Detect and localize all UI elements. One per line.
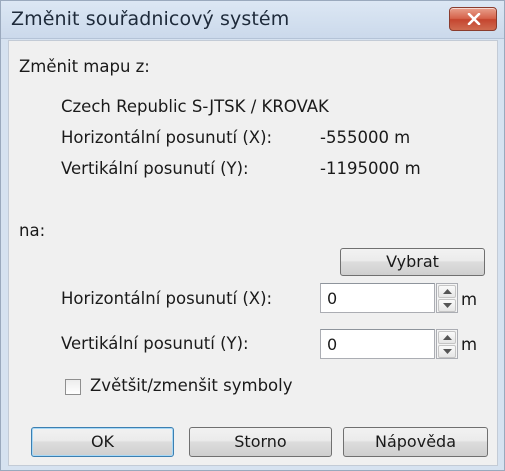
- source-horizontal-label: Horizontální posunutí (X):: [61, 128, 273, 147]
- source-horizontal-value: -555000 m: [320, 128, 411, 147]
- window-title: Změnit souřadnicový systém: [11, 8, 290, 30]
- vertical-spin-up-button[interactable]: [438, 331, 456, 344]
- from-heading: Změnit mapu z:: [19, 57, 150, 76]
- vertical-unit: m: [461, 335, 478, 354]
- arrow-up-icon: [443, 289, 452, 294]
- to-heading: na:: [19, 221, 46, 240]
- ok-button[interactable]: OK: [31, 427, 174, 457]
- source-map-name: Czech Republic S-JTSK / KROVAK: [61, 97, 329, 116]
- vertical-offset-spinner[interactable]: [436, 329, 458, 359]
- close-icon: [467, 13, 481, 25]
- select-button[interactable]: Vybrat: [340, 248, 485, 276]
- scale-symbols-label[interactable]: Zvětšit/zmenšit symboly: [90, 376, 293, 395]
- horizontal-offset-spinner[interactable]: [436, 283, 458, 313]
- source-vertical-value: -1195000 m: [320, 159, 421, 178]
- horizontal-unit: m: [461, 290, 478, 309]
- source-vertical-label: Vertikální posunutí (Y):: [61, 159, 249, 178]
- scale-symbols-checkbox[interactable]: [65, 379, 81, 395]
- close-button[interactable]: [449, 7, 497, 31]
- cancel-button[interactable]: Storno: [189, 427, 332, 457]
- change-coordinate-system-dialog: Změnit souřadnicový systém Změnit mapu z…: [0, 0, 505, 471]
- target-vertical-label: Vertikální posunutí (Y):: [61, 334, 249, 353]
- arrow-down-icon: [443, 303, 452, 308]
- vertical-offset-input[interactable]: [320, 329, 435, 359]
- arrow-up-icon: [443, 335, 452, 340]
- dialog-body: Změnit mapu z: Czech Republic S-JTSK / K…: [8, 40, 498, 466]
- arrow-down-icon: [443, 349, 452, 354]
- vertical-spin-down-button[interactable]: [438, 345, 456, 358]
- title-bar[interactable]: Změnit souřadnicový systém: [1, 1, 504, 39]
- horizontal-spin-down-button[interactable]: [438, 299, 456, 312]
- help-button[interactable]: Nápověda: [343, 427, 488, 457]
- horizontal-spin-up-button[interactable]: [438, 285, 456, 298]
- horizontal-offset-input[interactable]: [320, 283, 435, 313]
- target-horizontal-label: Horizontální posunutí (X):: [61, 289, 273, 308]
